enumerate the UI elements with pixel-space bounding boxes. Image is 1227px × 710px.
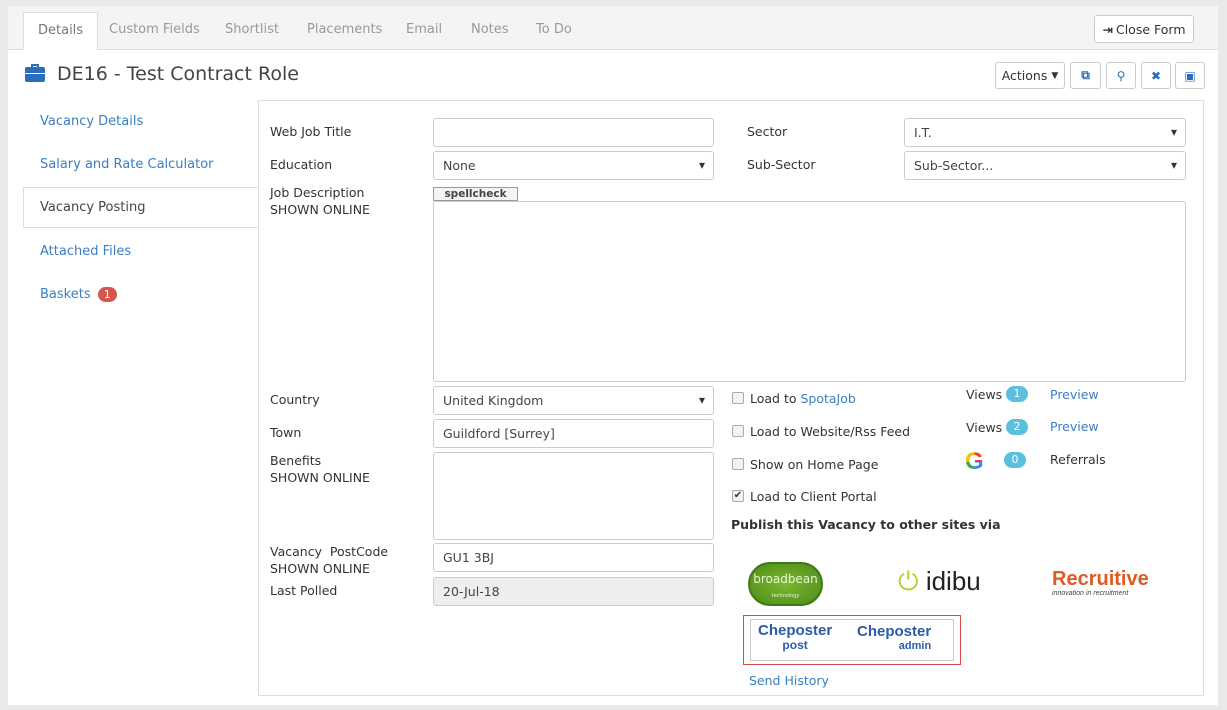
views-label: Views: [966, 387, 1003, 402]
chloposter-post-logo[interactable]: Cheposter post: [758, 623, 832, 652]
spotajob-label: Load to SpotaJob: [750, 391, 856, 406]
web-job-title-label: Web Job Title: [270, 124, 352, 139]
country-label: Country: [270, 392, 320, 407]
sidebar-item-vacancy-details[interactable]: Vacancy Details: [40, 114, 143, 129]
baskets-count-badge: 1: [97, 287, 117, 302]
briefcase-icon: [25, 64, 45, 82]
spotajob-link[interactable]: SpotaJob: [800, 391, 855, 406]
power-icon: ⏻: [898, 566, 919, 596]
job-description-textarea[interactable]: [433, 201, 1186, 382]
sidebar-item-vacancy-posting[interactable]: Vacancy Posting: [40, 200, 145, 215]
education-label: Education: [270, 157, 333, 172]
website-rss-label: Load to Website/Rss Feed: [750, 424, 911, 439]
benefits-textarea[interactable]: [433, 452, 714, 540]
spotajob-checkbox[interactable]: [732, 392, 744, 404]
town-label: Town: [270, 425, 302, 440]
preview-link[interactable]: Preview: [1050, 386, 1099, 403]
tab-shortlist[interactable]: Shortlist: [211, 12, 293, 50]
copy-icon: ⧉: [1081, 68, 1090, 82]
tab-details[interactable]: Details: [23, 12, 99, 50]
sub-sector-label: Sub-Sector: [747, 157, 816, 172]
publish-heading: Publish this Vacancy to other sites via: [731, 517, 1001, 532]
last-polled-label: Last Polled: [270, 583, 338, 598]
send-history-link[interactable]: Send History: [749, 672, 829, 689]
client-portal-checkbox[interactable]: ✔: [732, 490, 744, 502]
close-icon: ✖: [1150, 68, 1162, 83]
client-portal-label: Load to Client Portal: [750, 489, 877, 504]
preview-link[interactable]: Preview: [1050, 418, 1099, 435]
views-count-badge: 1: [1006, 386, 1028, 402]
tab-todo[interactable]: To Do: [522, 12, 586, 50]
postcode-input[interactable]: GU1 3BJ: [433, 543, 714, 572]
town-input[interactable]: Guildford [Surrey]: [433, 419, 714, 448]
sign-out-icon: ⇥: [1102, 21, 1113, 37]
referrals-label: Referrals: [1050, 452, 1106, 467]
broadbean-logo[interactable]: broadbean technology: [748, 562, 823, 606]
referrals-count-badge: 0: [1004, 452, 1026, 468]
sector-label: Sector: [747, 124, 788, 139]
postcode-label: Vacancy PostCode SHOWN ONLINE: [270, 544, 389, 576]
save-button[interactable]: ▣: [1175, 62, 1205, 89]
benefits-label: Benefits SHOWN ONLINE: [270, 453, 370, 485]
idibu-logo[interactable]: ⏻ idibu: [898, 566, 981, 598]
job-description-label: Job Description SHOWN ONLINE: [270, 185, 370, 217]
country-select[interactable]: United Kingdom: [433, 386, 714, 415]
delete-button[interactable]: ✖: [1141, 62, 1171, 89]
check-icon: ✔: [733, 490, 743, 501]
search-button[interactable]: ⚲: [1106, 62, 1136, 89]
chloposter-admin-logo[interactable]: Cheposter admin: [857, 624, 931, 653]
tab-placements[interactable]: Placements: [293, 12, 396, 50]
recruitive-logo[interactable]: Recruitive innovation in recruitment: [1052, 569, 1149, 598]
sub-sector-select[interactable]: Sub-Sector...: [904, 151, 1186, 180]
sector-select[interactable]: I.T.: [904, 118, 1186, 147]
tab-email[interactable]: Email: [392, 12, 456, 50]
actions-dropdown[interactable]: Actions ▼: [995, 62, 1065, 89]
home-page-checkbox[interactable]: [732, 458, 744, 470]
caret-down-icon: ▼: [1051, 70, 1059, 81]
sidebar-item-attached-files[interactable]: Attached Files: [40, 244, 131, 259]
page-title: DE16 - Test Contract Role: [57, 63, 299, 85]
website-rss-checkbox[interactable]: [732, 425, 744, 437]
views-count-badge: 2: [1006, 419, 1028, 435]
copy-button[interactable]: ⧉: [1070, 62, 1101, 89]
last-polled-input: 20-Jul-18: [433, 577, 714, 606]
education-select[interactable]: None: [433, 151, 714, 180]
tab-notes[interactable]: Notes: [457, 12, 523, 50]
close-form-button[interactable]: ⇥ Close Form: [1094, 15, 1194, 43]
spellcheck-button[interactable]: spellcheck: [433, 187, 518, 201]
google-icon: G: [965, 448, 984, 475]
search-icon: ⚲: [1116, 68, 1126, 83]
tab-custom-fields[interactable]: Custom Fields: [95, 12, 214, 50]
views-label: Views: [966, 420, 1003, 435]
sidebar-item-baskets[interactable]: Baskets 1: [40, 287, 117, 302]
web-job-title-input[interactable]: [433, 118, 714, 147]
sidebar-item-salary-calculator[interactable]: Salary and Rate Calculator: [40, 157, 214, 172]
save-icon: ▣: [1184, 68, 1196, 83]
home-page-label: Show on Home Page: [750, 457, 879, 472]
